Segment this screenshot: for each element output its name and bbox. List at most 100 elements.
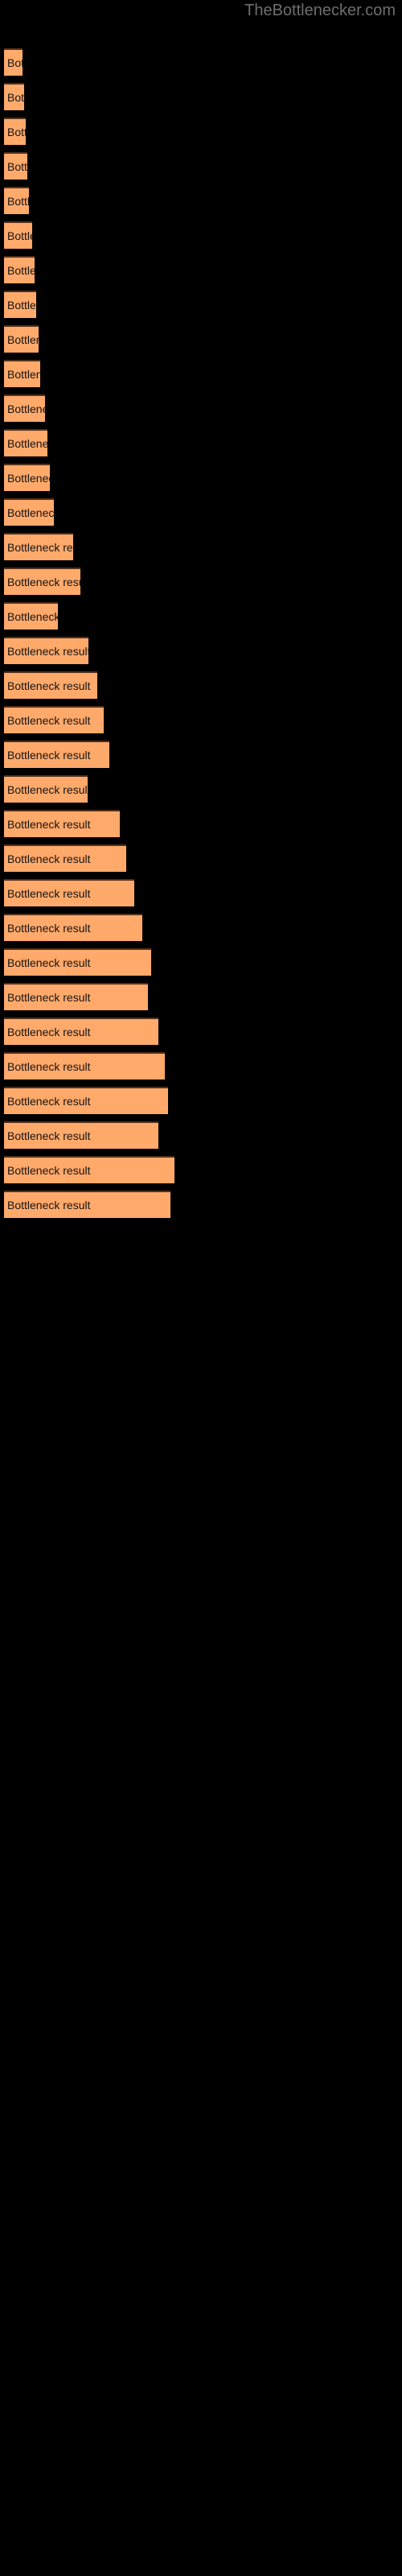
- bar-label: Bottleneck result: [7, 714, 91, 727]
- bar-row: Bottleneck result: [4, 360, 40, 387]
- chart-bar[interactable]: Bottleneck result: [4, 706, 104, 733]
- bar-row: Bottleneck result: [4, 879, 134, 906]
- chart-bar[interactable]: Bottleneck result: [4, 498, 54, 526]
- chart-bar[interactable]: Bottleneck result: [4, 844, 126, 872]
- bar-label: Bottleneck result: [7, 56, 23, 69]
- bar-row: Bottleneck result: [4, 187, 29, 214]
- bar-label: Bottleneck result: [7, 160, 27, 173]
- bar-label: Bottleneck result: [7, 195, 29, 208]
- bar-row: Bottleneck result: [4, 1087, 168, 1114]
- chart-bar[interactable]: Bottleneck result: [4, 48, 23, 76]
- bar-row: Bottleneck result: [4, 48, 23, 76]
- bar-label: Bottleneck result: [7, 402, 45, 415]
- bar-row: Bottleneck result: [4, 118, 26, 145]
- bar-label: Bottleneck result: [7, 437, 47, 450]
- bar-row: Bottleneck result: [4, 706, 104, 733]
- bar-label: Bottleneck result: [7, 506, 54, 519]
- chart-bar[interactable]: Bottleneck result: [4, 360, 40, 387]
- bar-row: Bottleneck result: [4, 1191, 170, 1218]
- bar-label: Bottleneck result: [7, 229, 32, 242]
- chart-bar[interactable]: Bottleneck result: [4, 429, 47, 456]
- bar-label: Bottleneck result: [7, 783, 88, 796]
- chart-bar[interactable]: Bottleneck result: [4, 914, 142, 941]
- bar-label: Bottleneck result: [7, 887, 91, 900]
- chart-bar[interactable]: Bottleneck result: [4, 291, 36, 318]
- bar-label: Bottleneck result: [7, 1129, 91, 1142]
- chart-bar[interactable]: Bottleneck result: [4, 741, 109, 768]
- chart-bar[interactable]: Bottleneck result: [4, 256, 35, 283]
- bar-label: Bottleneck result: [7, 1095, 91, 1108]
- bar-row: Bottleneck result: [4, 291, 36, 318]
- bar-row: Bottleneck result: [4, 533, 73, 560]
- bar-row: Bottleneck result: [4, 394, 45, 422]
- bar-row: Bottleneck result: [4, 844, 126, 872]
- bar-label: Bottleneck result: [7, 679, 91, 692]
- bar-label: Bottleneck result: [7, 91, 24, 104]
- bar-label: Bottleneck result: [7, 1199, 91, 1212]
- bar-row: Bottleneck result: [4, 429, 47, 456]
- chart-bar[interactable]: Bottleneck result: [4, 152, 27, 180]
- bar-row: Bottleneck result: [4, 152, 27, 180]
- bar-label: Bottleneck result: [7, 264, 35, 277]
- bar-label: Bottleneck result: [7, 956, 91, 969]
- chart-bar[interactable]: Bottleneck result: [4, 810, 120, 837]
- chart-bar[interactable]: Bottleneck result: [4, 1156, 174, 1183]
- chart-bar[interactable]: Bottleneck result: [4, 568, 80, 595]
- chart-bar[interactable]: Bottleneck result: [4, 948, 151, 976]
- bar-label: Bottleneck result: [7, 541, 73, 554]
- bar-row: Bottleneck result: [4, 671, 97, 699]
- chart-bar[interactable]: Bottleneck result: [4, 1018, 158, 1045]
- bar-row: Bottleneck result: [4, 775, 88, 803]
- bar-label: Bottleneck result: [7, 818, 91, 831]
- bar-row: Bottleneck result: [4, 948, 151, 976]
- bar-label: Bottleneck result: [7, 922, 91, 935]
- bar-row: Bottleneck result: [4, 914, 142, 941]
- bar-row: Bottleneck result: [4, 83, 24, 110]
- chart-bar[interactable]: Bottleneck result: [4, 1052, 165, 1080]
- chart-bar[interactable]: Bottleneck result: [4, 637, 88, 664]
- bars-layer: Bottleneck result Bottleneck result Bottle…: [0, 0, 402, 2576]
- bar-row: Bottleneck result: [4, 1018, 158, 1045]
- bar-label: Bottleneck result: [7, 368, 40, 381]
- chart-bar[interactable]: Bottleneck result: [4, 671, 97, 699]
- bar-label: Bottleneck result: [7, 333, 39, 346]
- chart-bar[interactable]: Bottleneck result: [4, 118, 26, 145]
- chart-bar[interactable]: Bottleneck result: [4, 464, 50, 491]
- bar-label: Bottleneck result: [7, 610, 58, 623]
- chart-bar[interactable]: Bottleneck result: [4, 394, 45, 422]
- chart-bar[interactable]: Bottleneck result: [4, 325, 39, 353]
- bar-label: Bottleneck result: [7, 472, 50, 485]
- chart-bar[interactable]: Bottleneck result: [4, 83, 24, 110]
- bar-row: Bottleneck result: [4, 741, 109, 768]
- bar-label: Bottleneck result: [7, 576, 80, 588]
- chart-bar[interactable]: Bottleneck result: [4, 221, 32, 249]
- bar-label: Bottleneck result: [7, 1164, 91, 1177]
- chart-bar[interactable]: Bottleneck result: [4, 1087, 168, 1114]
- chart-bar[interactable]: Bottleneck result: [4, 983, 148, 1010]
- bar-row: Bottleneck result: [4, 637, 88, 664]
- bar-row: Bottleneck result: [4, 1052, 165, 1080]
- bar-row: Bottleneck result: [4, 1156, 174, 1183]
- bar-label: Bottleneck result: [7, 749, 91, 762]
- bar-row: Bottleneck result: [4, 221, 32, 249]
- bar-row: Bottleneck result: [4, 983, 148, 1010]
- chart-bar[interactable]: Bottleneck result: [4, 187, 29, 214]
- bar-label: Bottleneck result: [7, 645, 88, 658]
- bar-label: Bottleneck result: [7, 1026, 91, 1038]
- bar-chart: TheBottlenecker.com Bottleneck resultBot…: [0, 0, 402, 2576]
- chart-bar[interactable]: Bottleneck result: [4, 602, 58, 630]
- bar-row: Bottleneck result: [4, 810, 120, 837]
- chart-bar[interactable]: Bottleneck result: [4, 533, 73, 560]
- bar-row: Bottleneck result: [4, 464, 50, 491]
- bar-row: Bottleneck result: [4, 602, 58, 630]
- chart-bar[interactable]: Bottleneck result: [4, 1191, 170, 1218]
- bar-label: Bottleneck result: [7, 1060, 91, 1073]
- bar-label: Bottleneck result: [7, 126, 26, 138]
- chart-bar[interactable]: Bottleneck result: [4, 1121, 158, 1149]
- bar-row: Bottleneck result: [4, 325, 39, 353]
- chart-bar[interactable]: Bottleneck result: [4, 879, 134, 906]
- bar-label: Bottleneck result: [7, 852, 91, 865]
- chart-bar[interactable]: Bottleneck result: [4, 775, 88, 803]
- bar-row: Bottleneck result: [4, 256, 35, 283]
- bar-label: Bottleneck result: [7, 991, 91, 1004]
